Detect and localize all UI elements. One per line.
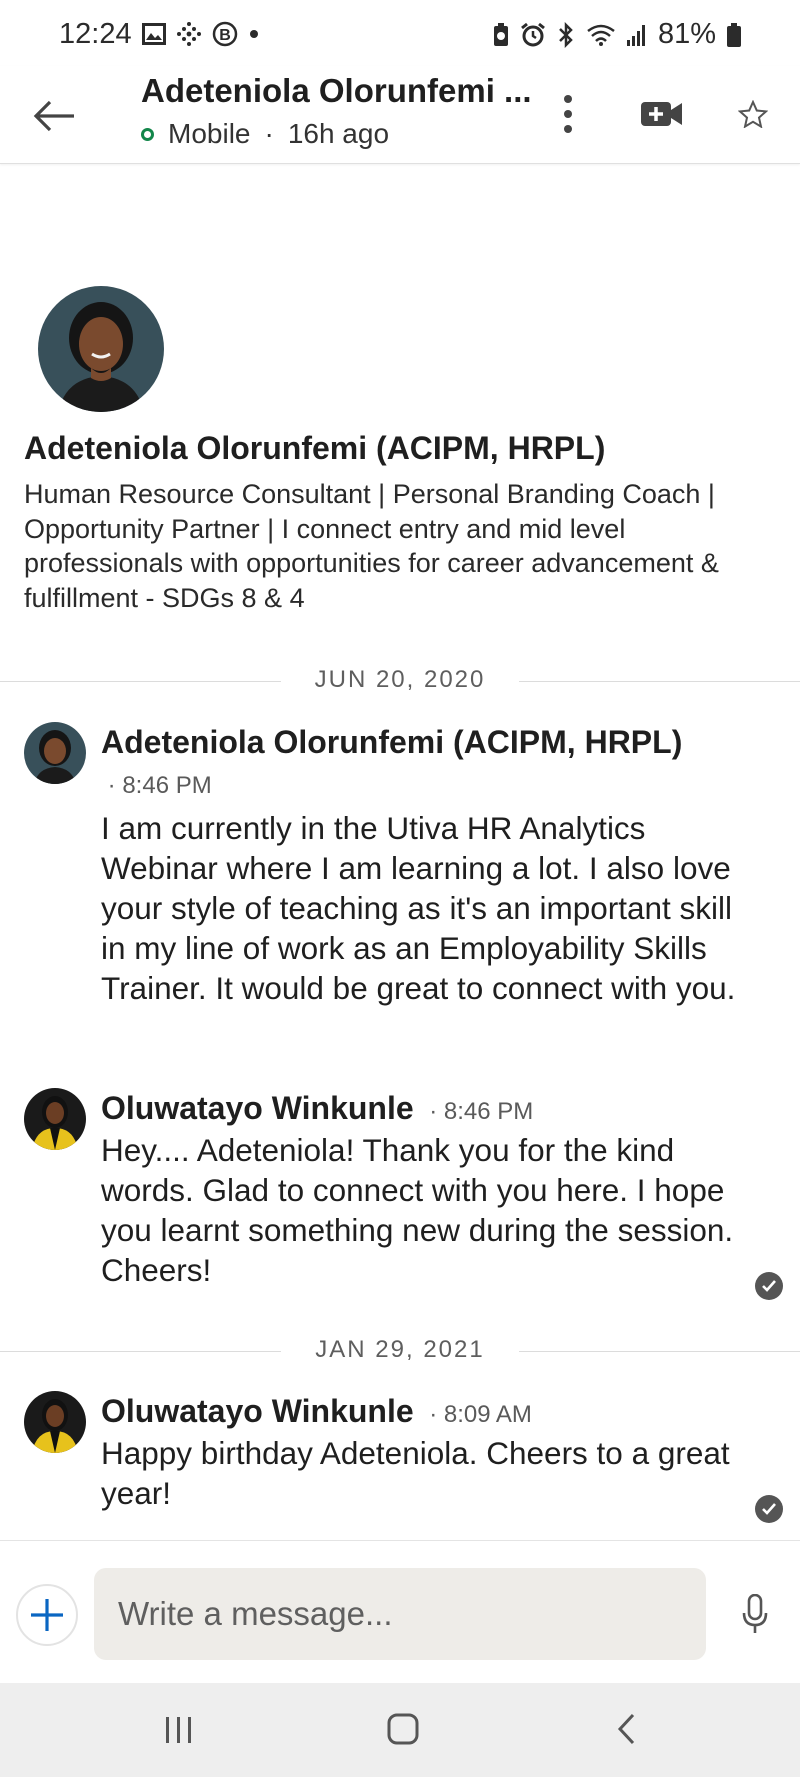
svg-text:B: B — [219, 27, 231, 44]
status-icons-left: B — [142, 21, 260, 47]
message-input[interactable] — [94, 1568, 706, 1660]
alarm-icon — [521, 22, 545, 46]
read-receipt-icon — [755, 1272, 783, 1300]
star-icon — [738, 100, 768, 128]
back-icon — [617, 1713, 635, 1745]
checkmark-icon — [762, 1503, 776, 1515]
battery-percent: 81% — [657, 18, 716, 50]
avatar-photo-icon — [24, 1088, 86, 1150]
more-options-button[interactable] — [548, 84, 588, 144]
message-header: Adeteniola Olorunfemi (ACIPM, HRPL) · 8:… — [101, 722, 741, 806]
read-receipt-icon — [755, 1495, 783, 1523]
presence-status: Mobile · 16h ago — [141, 118, 389, 150]
message-text: Happy birthday Adeteniola. Cheers to a g… — [101, 1435, 730, 1511]
profile-headline: Human Resource Consultant | Personal Bra… — [24, 479, 719, 613]
home-button[interactable] — [381, 1707, 425, 1751]
profile-avatar[interactable] — [38, 286, 164, 412]
sender-name[interactable]: Oluwatayo Winkunle — [101, 1393, 414, 1429]
wifi-icon — [587, 24, 615, 46]
message-meta: · 8:46 PM — [101, 772, 212, 799]
divider-line — [0, 681, 281, 682]
message-item: Adeteniola Olorunfemi (ACIPM, HRPL) · 8:… — [0, 722, 800, 1052]
divider-line — [0, 1351, 281, 1352]
signal-icon — [626, 24, 645, 46]
image-icon — [142, 23, 166, 45]
message-text: Hey.... Adeteniola! Thank you for the ki… — [101, 1132, 734, 1288]
recents-icon — [166, 1717, 191, 1743]
checkmark-icon — [762, 1280, 776, 1292]
voice-message-button[interactable] — [735, 1586, 775, 1642]
date-label: JAN 29, 2021 — [315, 1336, 485, 1363]
message-item: Oluwatayo Winkunle · 8:46 PM Hey.... Ade… — [0, 1088, 800, 1300]
presence-separator: · — [264, 118, 274, 149]
sender-avatar[interactable] — [24, 1391, 86, 1453]
home-icon — [387, 1713, 419, 1745]
date-label: JUN 20, 2020 — [314, 666, 486, 693]
back-button[interactable] — [26, 88, 82, 144]
attach-button[interactable] — [16, 1584, 78, 1646]
battery-saver-icon — [493, 22, 508, 46]
video-plus-icon — [641, 102, 682, 126]
b-badge-icon: B — [212, 21, 238, 47]
profile-photo-icon — [38, 286, 164, 412]
message-meta: · 8:09 AM — [422, 1401, 532, 1428]
avatar-photo-icon — [24, 722, 86, 784]
status-time: 12:24 — [59, 18, 132, 50]
dot-icon — [250, 30, 258, 38]
sender-name[interactable]: Oluwatayo Winkunle — [101, 1090, 414, 1126]
star-button[interactable] — [730, 84, 776, 144]
video-call-button[interactable] — [636, 84, 688, 144]
back-arrow-icon — [33, 100, 74, 132]
online-status-icon — [141, 127, 154, 141]
message-text: I am currently in the Utiva HR Analytics… — [101, 810, 736, 1006]
message-header: Oluwatayo Winkunle · 8:46 PM — [101, 1088, 741, 1132]
nav-back-button[interactable] — [604, 1707, 648, 1751]
message-item: Oluwatayo Winkunle · 8:09 AM Happy birth… — [0, 1391, 800, 1523]
divider-line — [519, 1351, 800, 1352]
more-vertical-icon — [564, 95, 572, 133]
conversation-header: Adeteniola Olorunfemi ... Mobile · 16h a… — [0, 66, 800, 164]
sender-name[interactable]: Adeteniola Olorunfemi (ACIPM, HRPL) — [101, 724, 682, 760]
message-time: 8:46 PM — [443, 1098, 534, 1125]
date-divider: JUN 20, 2020 — [0, 666, 800, 696]
battery-icon — [727, 22, 741, 47]
system-nav-bar — [0, 1683, 800, 1777]
grid-dots-icon — [177, 22, 201, 46]
bluetooth-icon — [559, 21, 573, 48]
divider-line — [519, 681, 800, 682]
sender-avatar[interactable] — [24, 1088, 86, 1150]
recents-button[interactable] — [158, 1711, 200, 1749]
profile-name[interactable]: Adeteniola Olorunfemi (ACIPM, HRPL) — [24, 430, 605, 467]
plus-icon — [31, 1599, 63, 1631]
presence-device: Mobile — [168, 118, 251, 149]
message-composer — [0, 1540, 800, 1682]
message-meta: · 8:46 PM — [422, 1098, 534, 1125]
sender-avatar[interactable] — [24, 722, 86, 784]
microphone-icon — [742, 1594, 768, 1633]
avatar-photo-icon — [24, 1391, 86, 1453]
status-bar: 12:24 B 81% — [0, 0, 800, 66]
date-divider: JAN 29, 2021 — [0, 1336, 800, 1366]
last-active: 16h ago — [287, 118, 390, 149]
status-icons-right: 81% — [492, 18, 742, 51]
conversation-title[interactable]: Adeteniola Olorunfemi ... — [141, 72, 532, 110]
message-time: 8:09 AM — [443, 1401, 532, 1428]
message-time: 8:46 PM — [122, 772, 212, 799]
message-header: Oluwatayo Winkunle · 8:09 AM — [101, 1391, 741, 1435]
